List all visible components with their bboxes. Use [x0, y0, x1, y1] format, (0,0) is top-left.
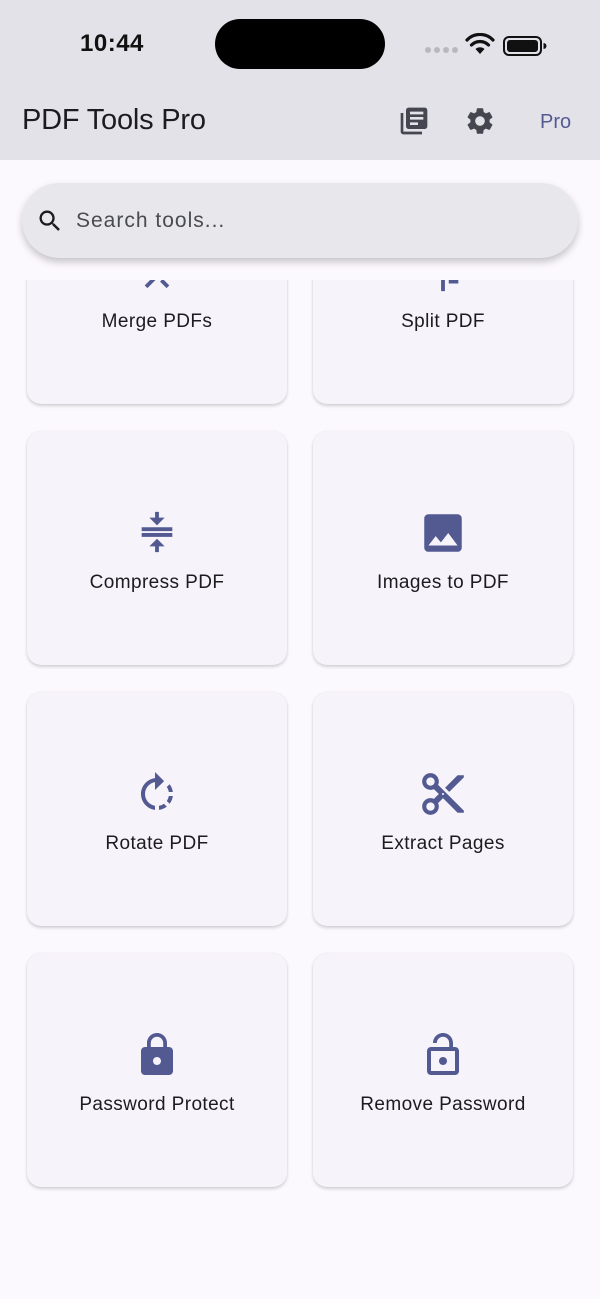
tool-card-split[interactable]: Split PDF: [313, 280, 573, 404]
status-time: 10:44: [80, 30, 144, 57]
tool-card-rotate[interactable]: Rotate PDF: [27, 692, 287, 926]
tool-label: Password Protect: [79, 1094, 235, 1115]
app-header: 10:44 PDF Tools Pro Pro: [0, 0, 600, 160]
tool-card-merge[interactable]: Merge PDFs: [27, 280, 287, 404]
search-bar[interactable]: [22, 183, 578, 258]
wifi-icon: [465, 33, 495, 54]
dynamic-island: [215, 19, 385, 69]
tool-label: Remove Password: [360, 1094, 526, 1115]
rotate-icon: [132, 769, 182, 819]
tool-label: Extract Pages: [381, 833, 505, 854]
settings-button[interactable]: [464, 105, 496, 137]
tool-card-password-protect[interactable]: Password Protect: [27, 953, 287, 1187]
gear-icon: [467, 108, 493, 134]
compress-icon: [132, 508, 182, 558]
scissors-icon: [418, 769, 468, 819]
tool-label: Split PDF: [401, 311, 485, 332]
tool-label: Merge PDFs: [101, 311, 213, 332]
tools-grid: Merge PDFs Split PDF Compress PDF Images…: [27, 280, 573, 1214]
split-icon: [418, 280, 468, 297]
battery-icon: [503, 36, 547, 56]
lock-open-icon: [418, 1030, 468, 1080]
tool-label: Rotate PDF: [105, 833, 209, 854]
tool-card-remove-password[interactable]: Remove Password: [313, 953, 573, 1187]
tool-card-extract[interactable]: Extract Pages: [313, 692, 573, 926]
tools-scroll-area[interactable]: Merge PDFs Split PDF Compress PDF Images…: [0, 280, 600, 1299]
tool-label: Images to PDF: [377, 572, 509, 593]
library-button[interactable]: [398, 105, 430, 137]
tool-card-images-to-pdf[interactable]: Images to PDF: [313, 431, 573, 665]
merge-icon: [132, 280, 182, 297]
app-title: PDF Tools Pro: [22, 104, 206, 136]
lock-icon: [132, 1030, 182, 1080]
cellular-signal-icon: [425, 47, 458, 53]
pro-button[interactable]: Pro: [540, 111, 571, 134]
search-input[interactable]: [76, 208, 516, 233]
image-icon: [418, 508, 468, 558]
tool-card-compress[interactable]: Compress PDF: [27, 431, 287, 665]
library-books-icon: [400, 107, 428, 135]
search-icon: [36, 207, 64, 235]
tool-label: Compress PDF: [89, 572, 225, 593]
